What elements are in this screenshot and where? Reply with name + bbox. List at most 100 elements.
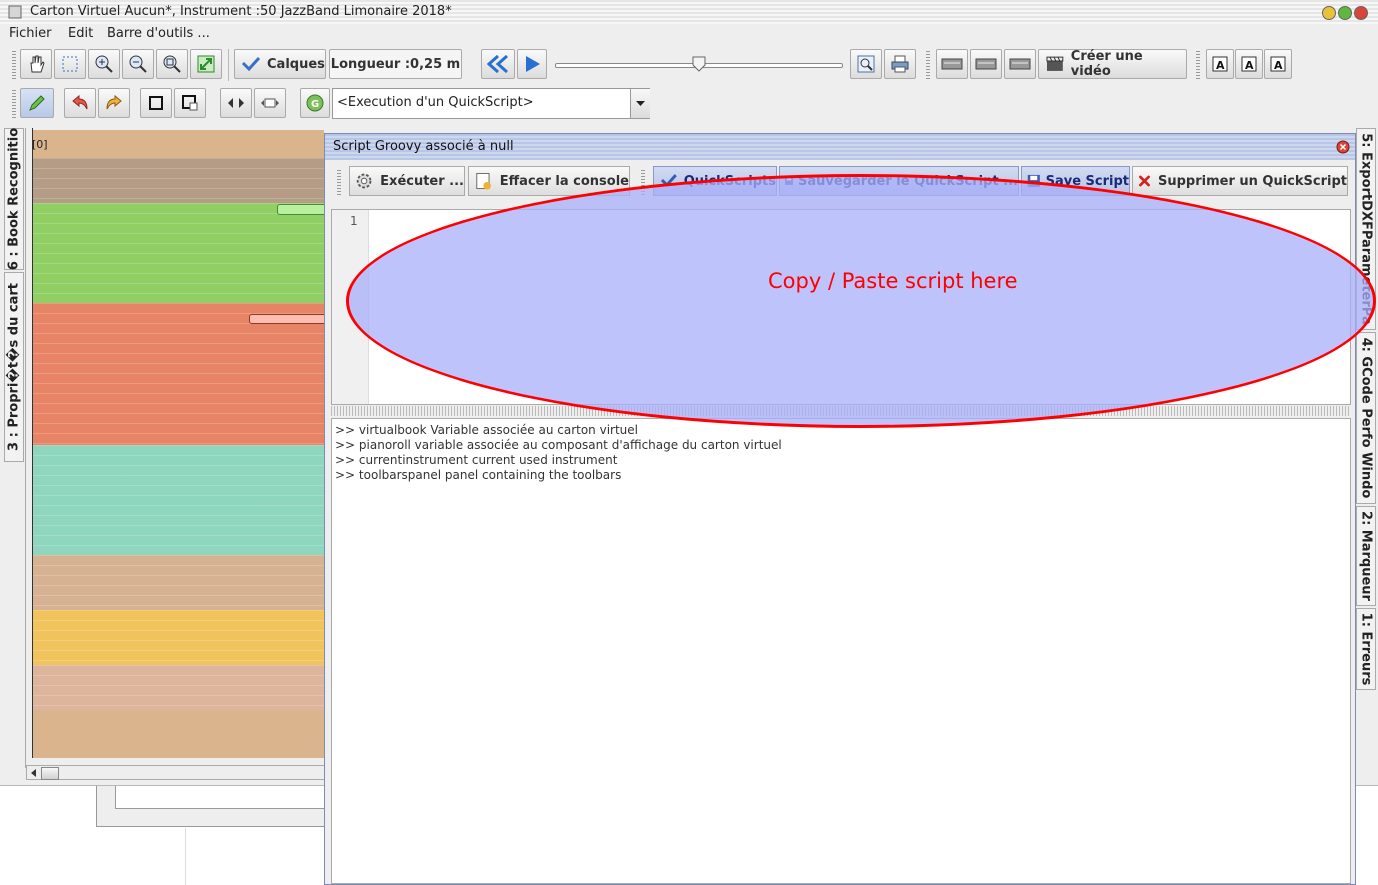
execute-button[interactable]: Exécuter ... [349,166,465,196]
arrows-horizontal-icon [228,98,244,108]
font-a-plus-icon: A [1241,56,1257,72]
note-red[interactable] [249,314,324,324]
console-line: >> toolbarspanel panel containing the to… [335,468,622,482]
execute-label: Exécuter ... [380,173,464,189]
svg-text:G: G [311,99,319,110]
toolbar-grip[interactable] [1196,51,1200,79]
menu-edit[interactable]: Edit [68,26,93,41]
fit-width-icon [261,98,279,108]
tab-book-recognition[interactable]: 6 : Book Recognitio [4,128,24,270]
app-icon [8,5,22,19]
zoom-fit-icon[interactable] [156,49,188,79]
text-format-button-2[interactable]: A [1235,49,1263,79]
track-band-yellow [32,610,324,665]
scrollbar-thumb[interactable] [41,767,59,780]
crop-button[interactable] [140,88,172,118]
track-band-grey [32,158,324,203]
zoom-out-icon[interactable] [122,49,154,79]
book-strip-icon [1009,58,1031,70]
toolbar-grip[interactable] [12,51,16,79]
quickscript-select[interactable]: <Execution d'un QuickScript> [332,88,650,119]
track-band-tan [32,555,324,610]
slider-thumb[interactable] [692,56,706,72]
console-line: >> currentinstrument current used instru… [335,453,618,467]
menu-fichier[interactable]: Fichier [9,26,52,41]
note-green[interactable] [277,204,324,215]
book-view-button-3[interactable] [1004,49,1036,79]
play-button[interactable] [517,49,547,79]
fullscreen-icon[interactable] [190,49,222,79]
menu-bar: Fichier Edit Barre d'outils ... [0,24,1378,44]
annotation-text: Copy / Paste script here [768,269,1018,293]
crop-icon [149,96,163,110]
resize-horizontal-button[interactable] [220,88,252,118]
undo-button[interactable] [64,88,96,118]
background-window-inner [115,786,327,809]
select-tool-icon[interactable] [54,49,86,79]
zoom-in-icon[interactable] [88,49,120,79]
pencil-button[interactable] [20,88,54,118]
svg-text:A: A [1245,59,1254,72]
text-format-button-3[interactable]: A [1264,49,1292,79]
undo-icon [72,94,88,110]
track-band-teal [32,445,324,555]
length-label: Longueur :0,25 m [330,56,461,72]
dialog-title: Script Groovy associé à null [333,139,514,154]
minimize-icon[interactable] [1322,6,1336,20]
main-toolbar: Calques Longueur :0,25 m Créer une vidéo… [0,45,1378,85]
window-title: Carton Virtuel Aucun*, Instrument :50 Ja… [30,4,452,19]
close-icon[interactable] [1336,140,1350,154]
tab-carton-properties-label: 3 : Propri�t�s du cart [6,283,22,451]
crop-page-icon [182,95,198,111]
horizontal-scrollbar[interactable] [26,765,326,780]
crop-page-button[interactable] [174,88,206,118]
redo-button[interactable] [98,88,130,118]
calques-button[interactable]: Calques [234,49,326,79]
pianoroll-marker: [0] [32,138,48,151]
delete-x-icon [1139,175,1150,187]
toolbar-separator [228,49,229,81]
groovy-button[interactable]: G [300,88,330,118]
book-view-button-1[interactable] [936,49,968,79]
toolbar-grip[interactable] [337,170,341,196]
text-format-button-1[interactable]: A [1206,49,1234,79]
tab-erreurs[interactable]: 1: Erreurs [1356,608,1376,690]
search-button[interactable] [850,49,882,79]
fit-width-button[interactable] [254,88,286,118]
gear-icon [356,173,372,189]
tab-book-recognition-label: 6 : Book Recognitio [6,127,22,271]
delete-quickscript-button[interactable]: Supprimer un QuickScript [1132,166,1348,196]
tab-marqueur-label: 2: Marqueur [1358,511,1374,601]
create-video-button[interactable]: Créer une vidéo [1038,49,1187,79]
close-icon[interactable] [1354,6,1368,20]
hand-tool-icon[interactable] [20,49,52,79]
scroll-left-icon[interactable] [29,768,39,778]
toolbar-grip[interactable] [12,90,16,118]
tab-carton-properties[interactable]: 3 : Propri�t�s du cart [4,272,24,462]
maximize-icon[interactable] [1338,6,1352,20]
toolbar-grip[interactable] [926,51,930,79]
dialog-title-bar[interactable]: Script Groovy associé à null [325,134,1355,160]
font-a-icon: A [1212,56,1228,72]
rewind-icon [486,54,508,74]
font-a-italic-icon: A [1270,56,1286,72]
rewind-button[interactable] [481,49,515,79]
tab-strip-border [25,128,26,768]
clear-console-label: Effacer la console [499,173,629,189]
tab-marqueur[interactable]: 2: Marqueur [1356,506,1376,606]
print-button[interactable] [884,49,916,79]
secondary-toolbar: G <Execution d'un QuickScript> [0,84,1378,124]
menu-toolbars[interactable]: Barre d'outils ... [107,26,210,41]
book-strip-icon [941,58,963,70]
printer-icon [891,55,909,73]
dropdown-button[interactable] [630,89,650,118]
tab-gcode-perfo[interactable]: 4: GCode Perfo Windo [1356,332,1376,504]
book-view-button-2[interactable] [970,49,1002,79]
pianoroll: [0] [32,130,324,758]
tab-gcode-perfo-label: 4: GCode Perfo Windo [1358,337,1374,499]
console-line: >> pianoroll variable associée au compos… [335,438,782,452]
track-band-green [32,203,324,303]
position-slider[interactable] [555,56,843,72]
clapperboard-icon [1046,56,1064,71]
output-console[interactable]: >> virtualbook Variable associée au cart… [331,418,1351,884]
